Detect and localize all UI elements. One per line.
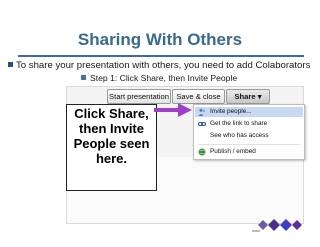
start-presentation-button[interactable]: Start presentation [107, 89, 171, 104]
share-button-label: Share [234, 92, 256, 101]
menu-item-see-access[interactable]: See who has access [195, 131, 303, 141]
slide-title: Sharing With Others [77, 30, 243, 49]
menu-item-label: Get the link to share [210, 120, 268, 127]
callout-line: People seen [73, 136, 150, 151]
bullet-primary-text: To share your presentation with others, … [16, 60, 311, 71]
share-menu: Invite people... Get the link to share S… [193, 104, 305, 160]
menu-item-invite-people[interactable]: Invite people... [195, 107, 303, 117]
bullet-secondary: Step 1: Click Share, then Invite People [81, 73, 237, 83]
menu-item-label: See who has access [210, 132, 269, 139]
bullet-primary: To share your presentation with others, … [8, 60, 310, 71]
link-icon [197, 120, 207, 128]
callout-line: here. [95, 151, 128, 166]
title-divider [18, 55, 304, 57]
people-icon [198, 108, 206, 116]
instruction-callout: Click Share, then Invite People seen her… [66, 104, 157, 191]
slide: Sharing With Others To share your presen… [0, 0, 320, 247]
presenter-logo [252, 219, 302, 232]
share-button[interactable]: Share ▾ [226, 89, 270, 104]
bullet-square-icon [8, 62, 13, 67]
menu-item-label: Invite people... [210, 108, 252, 115]
callout-line: Click Share, [74, 106, 149, 121]
callout-line: then Invite [78, 121, 144, 136]
bullet-square-icon [81, 75, 86, 80]
globe-icon [198, 148, 206, 156]
bullet-secondary-text: Step 1: Click Share, then Invite People [90, 73, 238, 83]
menu-item-label: Publish / embed [210, 148, 256, 155]
save-close-button[interactable]: Save & close [172, 89, 225, 104]
menu-item-publish-embed[interactable]: Publish / embed [195, 147, 303, 157]
chevron-down-icon: ▾ [257, 92, 262, 101]
menu-item-get-link[interactable]: Get the link to share [195, 119, 303, 129]
pointer-arrow-icon [154, 103, 192, 117]
menu-separator [198, 144, 300, 145]
